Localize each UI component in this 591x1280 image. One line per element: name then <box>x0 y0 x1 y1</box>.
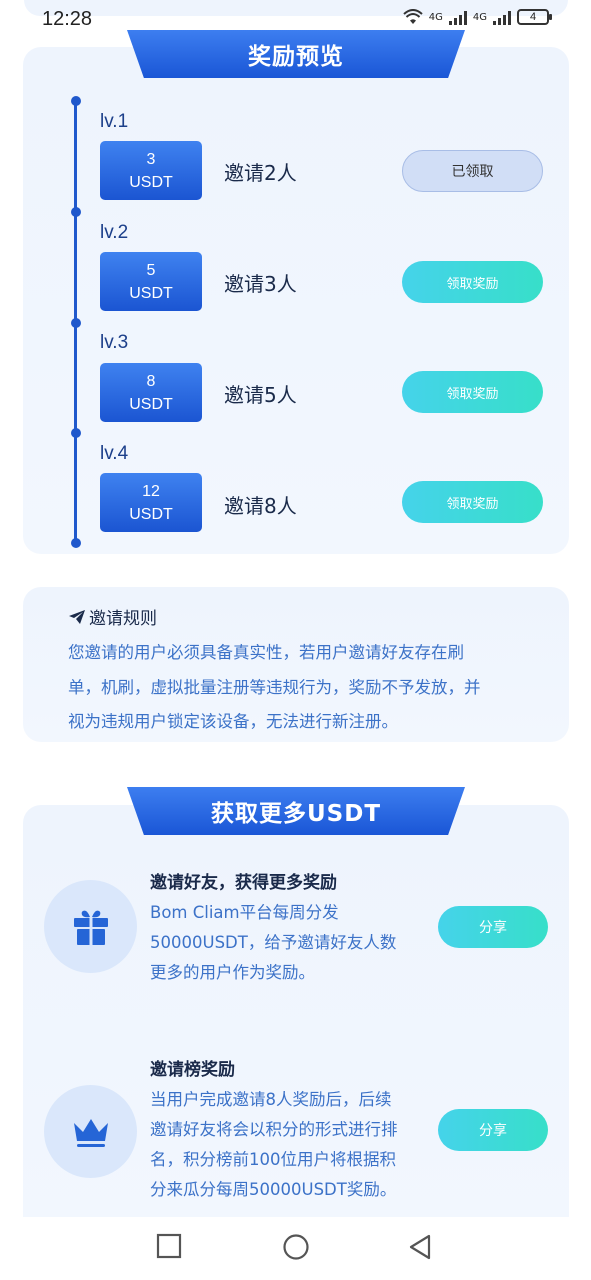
more-usdt-title: 获取更多USDT <box>127 787 465 835</box>
invite-requirement: 邀请2人 <box>224 161 297 185</box>
crown-icon <box>73 1118 108 1147</box>
reward-amount-box: 3 USDT <box>100 141 202 200</box>
level-label: lv.3 <box>100 332 129 353</box>
feature-title: 邀请榜奖励 <box>150 1060 235 1080</box>
timeline-dot <box>70 207 81 217</box>
timeline-dot <box>70 428 81 438</box>
home-icon[interactable] <box>282 1233 310 1261</box>
claim-reward-button[interactable]: 领取奖励 <box>402 371 543 413</box>
invite-rules-text: 您邀请的用户必须具备真实性，若用户邀请好友存在刷 单，机刷，虚拟批量注册等违规行… <box>68 636 518 740</box>
feature-desc-line: 名，积分榜前100位用户将根据积 <box>150 1150 396 1169</box>
reward-preview-title: 奖励预览 <box>127 30 465 78</box>
claim-reward-button[interactable]: 领取奖励 <box>402 481 543 523</box>
level-label: lv.4 <box>100 443 129 464</box>
paper-plane-icon <box>69 609 85 624</box>
crown-icon-circle <box>44 1085 137 1178</box>
status-time: 12:28 <box>42 8 93 30</box>
back-icon[interactable] <box>407 1233 433 1261</box>
feature-desc-line: 邀请好友将会以积分的形式进行排 <box>150 1120 398 1139</box>
gift-icon-circle <box>44 880 137 973</box>
reward-unit: USDT <box>129 284 173 302</box>
rules-line: 您邀请的用户必须具备真实性，若用户邀请好友存在刷 <box>68 643 464 662</box>
feature-description: Bom Cliam平台每周分发 50000USDT，给予邀请好友人数 更多的用户… <box>150 898 424 988</box>
battery-icon: 4 <box>517 9 552 25</box>
reward-amount: 3 <box>146 150 156 168</box>
timeline-dot <box>70 318 81 328</box>
signal-icon <box>448 9 467 25</box>
level-label: lv.2 <box>100 222 129 243</box>
claim-reward-button[interactable]: 领取奖励 <box>402 261 543 303</box>
feature-title: 邀请好友，获得更多奖励 <box>150 873 337 893</box>
feature-desc-line: 当用户完成邀请8人奖励后，后续 <box>150 1090 392 1109</box>
share-button[interactable]: 分享 <box>438 906 548 948</box>
reward-unit: USDT <box>129 173 173 191</box>
system-nav-bar <box>0 1217 591 1280</box>
level-label: lv.1 <box>100 111 129 132</box>
recent-apps-icon[interactable] <box>156 1233 182 1259</box>
timeline-dot <box>70 538 81 548</box>
reward-unit: USDT <box>129 395 173 413</box>
rules-line: 视为违规用户锁定该设备，无法进行新注册。 <box>68 712 398 731</box>
reward-amount-box: 8 USDT <box>100 363 202 422</box>
reward-amount: 5 <box>146 261 156 279</box>
reward-unit: USDT <box>129 505 173 523</box>
invite-requirement: 邀请8人 <box>224 494 297 518</box>
feature-desc-line: 更多的用户作为奖励。 <box>150 963 315 982</box>
reward-amount: 8 <box>146 372 156 390</box>
invite-requirement: 邀请3人 <box>224 272 297 296</box>
invite-rules-heading: 邀请规则 <box>68 604 157 629</box>
reward-amount-box: 12 USDT <box>100 473 202 532</box>
network-label-1: 4G <box>428 11 443 23</box>
signal-icon <box>493 9 511 25</box>
feature-description: 当用户完成邀请8人奖励后，后续 邀请好友将会以积分的形式进行排 名，积分榜前10… <box>150 1085 430 1205</box>
invite-rules-title: 邀请规则 <box>89 609 157 629</box>
status-icons: 4G 4G 4 <box>403 9 552 25</box>
timeline-dot <box>70 96 81 106</box>
feature-desc-line: 分来瓜分每周50000USDT奖励。 <box>150 1180 397 1199</box>
reward-amount: 12 <box>142 482 160 500</box>
feature-desc-line: 50000USDT，给予邀请好友人数 <box>150 933 397 952</box>
share-button[interactable]: 分享 <box>438 1109 548 1151</box>
reward-amount-box: 5 USDT <box>100 252 202 311</box>
rules-line: 单，机刷，虚拟批量注册等违规行为，奖励不予发放，并 <box>68 677 481 697</box>
feature-desc-line: Bom Cliam平台每周分发 <box>150 903 339 922</box>
claimed-button[interactable]: 已领取 <box>402 150 543 192</box>
network-label-2: 4G <box>472 11 487 23</box>
gift-icon <box>73 910 108 945</box>
invite-requirement: 邀请5人 <box>224 383 297 407</box>
wifi-icon <box>403 9 423 24</box>
